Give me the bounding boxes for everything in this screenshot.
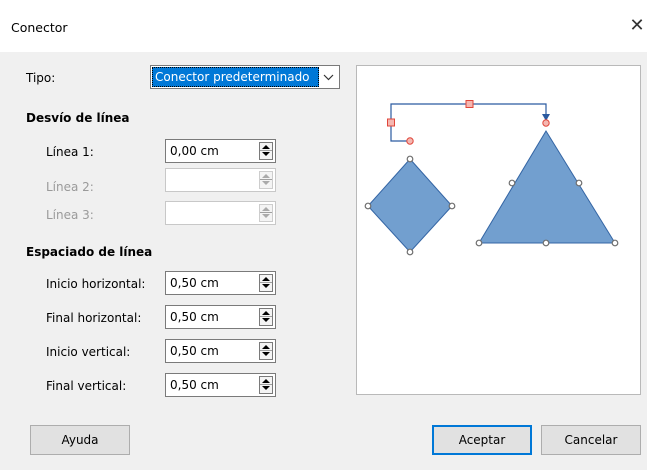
start-vertical-stepper[interactable] bbox=[259, 342, 273, 360]
line-1-label: Línea 1: bbox=[46, 145, 94, 159]
start-vertical-label: Inicio vertical: bbox=[46, 345, 131, 359]
title-bar: Conector ✕ bbox=[0, 0, 647, 52]
spin-up-icon[interactable] bbox=[260, 205, 272, 213]
spin-down-icon[interactable] bbox=[260, 180, 272, 188]
line-3-stepper[interactable] bbox=[259, 204, 273, 222]
cancel-button[interactable]: Cancelar bbox=[541, 425, 641, 455]
connector-preview-drawing bbox=[364, 100, 619, 256]
help-button[interactable]: Ayuda bbox=[30, 425, 130, 455]
line-1-value: 0,00 cm bbox=[170, 144, 219, 158]
end-horizontal-value: 0,50 cm bbox=[170, 310, 219, 324]
line-3-spinbox[interactable] bbox=[165, 201, 276, 225]
start-horizontal-stepper[interactable] bbox=[259, 274, 273, 292]
spin-up-icon[interactable] bbox=[260, 343, 272, 351]
spin-up-icon[interactable] bbox=[260, 275, 272, 283]
line-1-spinbox[interactable]: 0,00 cm bbox=[165, 139, 276, 163]
line-1-stepper[interactable] bbox=[259, 142, 273, 160]
spin-down-icon[interactable] bbox=[260, 317, 272, 325]
end-vertical-stepper[interactable] bbox=[259, 376, 273, 394]
line-3-label: Línea 3: bbox=[46, 208, 94, 222]
end-vertical-label: Final vertical: bbox=[46, 379, 127, 393]
spin-down-icon[interactable] bbox=[260, 385, 272, 393]
triangle-shape bbox=[478, 130, 616, 244]
line-2-label: Línea 2: bbox=[46, 180, 94, 194]
type-label: Tipo: bbox=[26, 71, 56, 85]
spin-up-icon[interactable] bbox=[260, 172, 272, 180]
line-spacing-heading: Espaciado de línea bbox=[26, 245, 153, 259]
end-horizontal-spinbox[interactable]: 0,50 cm bbox=[165, 305, 276, 329]
line-2-stepper[interactable] bbox=[259, 171, 273, 189]
chevron-down-icon bbox=[323, 74, 334, 81]
type-select[interactable]: Conector predeterminado bbox=[150, 65, 340, 89]
spin-down-icon[interactable] bbox=[260, 351, 272, 359]
end-horizontal-label: Final horizontal: bbox=[46, 311, 142, 325]
type-select-value: Conector predeterminado bbox=[152, 67, 319, 87]
spin-up-icon[interactable] bbox=[260, 309, 272, 317]
start-horizontal-label: Inicio horizontal: bbox=[46, 277, 146, 291]
line-2-spinbox[interactable] bbox=[165, 168, 276, 192]
end-horizontal-stepper[interactable] bbox=[259, 308, 273, 326]
connector-handles bbox=[387, 100, 550, 145]
spin-down-icon[interactable] bbox=[260, 213, 272, 221]
start-vertical-spinbox[interactable]: 0,50 cm bbox=[165, 339, 276, 363]
window-title: Conector bbox=[11, 20, 68, 35]
spin-down-icon[interactable] bbox=[260, 151, 272, 159]
close-icon[interactable]: ✕ bbox=[627, 14, 647, 38]
end-vertical-spinbox[interactable]: 0,50 cm bbox=[165, 373, 276, 397]
start-horizontal-value: 0,50 cm bbox=[170, 276, 219, 290]
end-vertical-value: 0,50 cm bbox=[170, 378, 219, 392]
ok-button[interactable]: Aceptar bbox=[432, 425, 532, 455]
line-skew-heading: Desvío de línea bbox=[26, 111, 130, 125]
start-horizontal-spinbox[interactable]: 0,50 cm bbox=[165, 271, 276, 295]
connector-preview bbox=[356, 65, 641, 395]
connector-line bbox=[390, 103, 547, 142]
start-vertical-value: 0,50 cm bbox=[170, 344, 219, 358]
spin-up-icon[interactable] bbox=[260, 377, 272, 385]
diamond-shape bbox=[367, 158, 453, 253]
spin-up-icon[interactable] bbox=[260, 143, 272, 151]
spin-down-icon[interactable] bbox=[260, 283, 272, 291]
